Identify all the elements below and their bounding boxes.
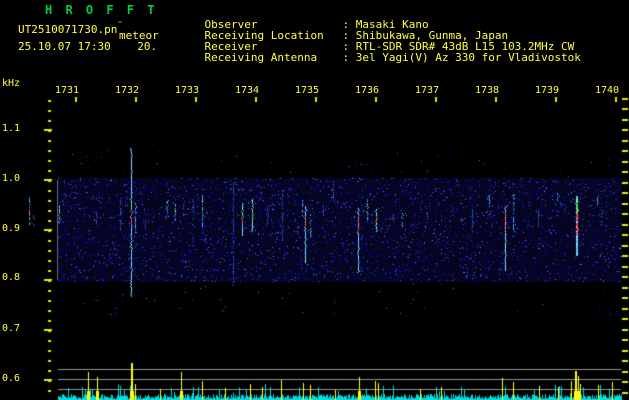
y-tick-label: 0.6 (2, 373, 21, 384)
x-tick-label: 1737 (415, 85, 440, 96)
datetime-label: 25.10.07 17:30 20. (18, 40, 158, 53)
y-tick-label: 0.7 (2, 323, 21, 334)
x-tick-label: 1732 (115, 85, 140, 96)
info-value: : 3el Yagi(V) Az 330 for Vladivostok (342, 51, 581, 64)
x-tick-label: 1731 (55, 85, 80, 96)
y-tick-label: 0.8 (2, 272, 21, 283)
info-row-antenna: Receiving Antenna : 3el Yagi(V) Az 330 fo… (178, 41, 581, 74)
app-title: H R O F F T (45, 3, 158, 17)
x-tick-label: 1739 (535, 85, 560, 96)
x-tick-label: 1740 (595, 85, 620, 96)
file-label: UT2510071730.pn (18, 23, 118, 36)
y-axis-unit: kHz (2, 78, 21, 89)
x-tick-label: 1736 (355, 85, 380, 96)
y-tick-label: 1.0 (2, 173, 21, 184)
x-tick-label: 1733 (175, 85, 200, 96)
y-tick-label: 1.1 (2, 123, 21, 134)
x-tick-label: 1735 (295, 85, 320, 96)
x-tick-label: 1734 (235, 85, 260, 96)
y-tick-label: 0.9 (2, 223, 21, 234)
hrofft-screen: H R O F F T UT2510071730.pn ¨ meteor 25.… (0, 0, 629, 400)
x-tick-label: 1738 (475, 85, 500, 96)
info-label: Receiving Antenna (204, 51, 318, 64)
